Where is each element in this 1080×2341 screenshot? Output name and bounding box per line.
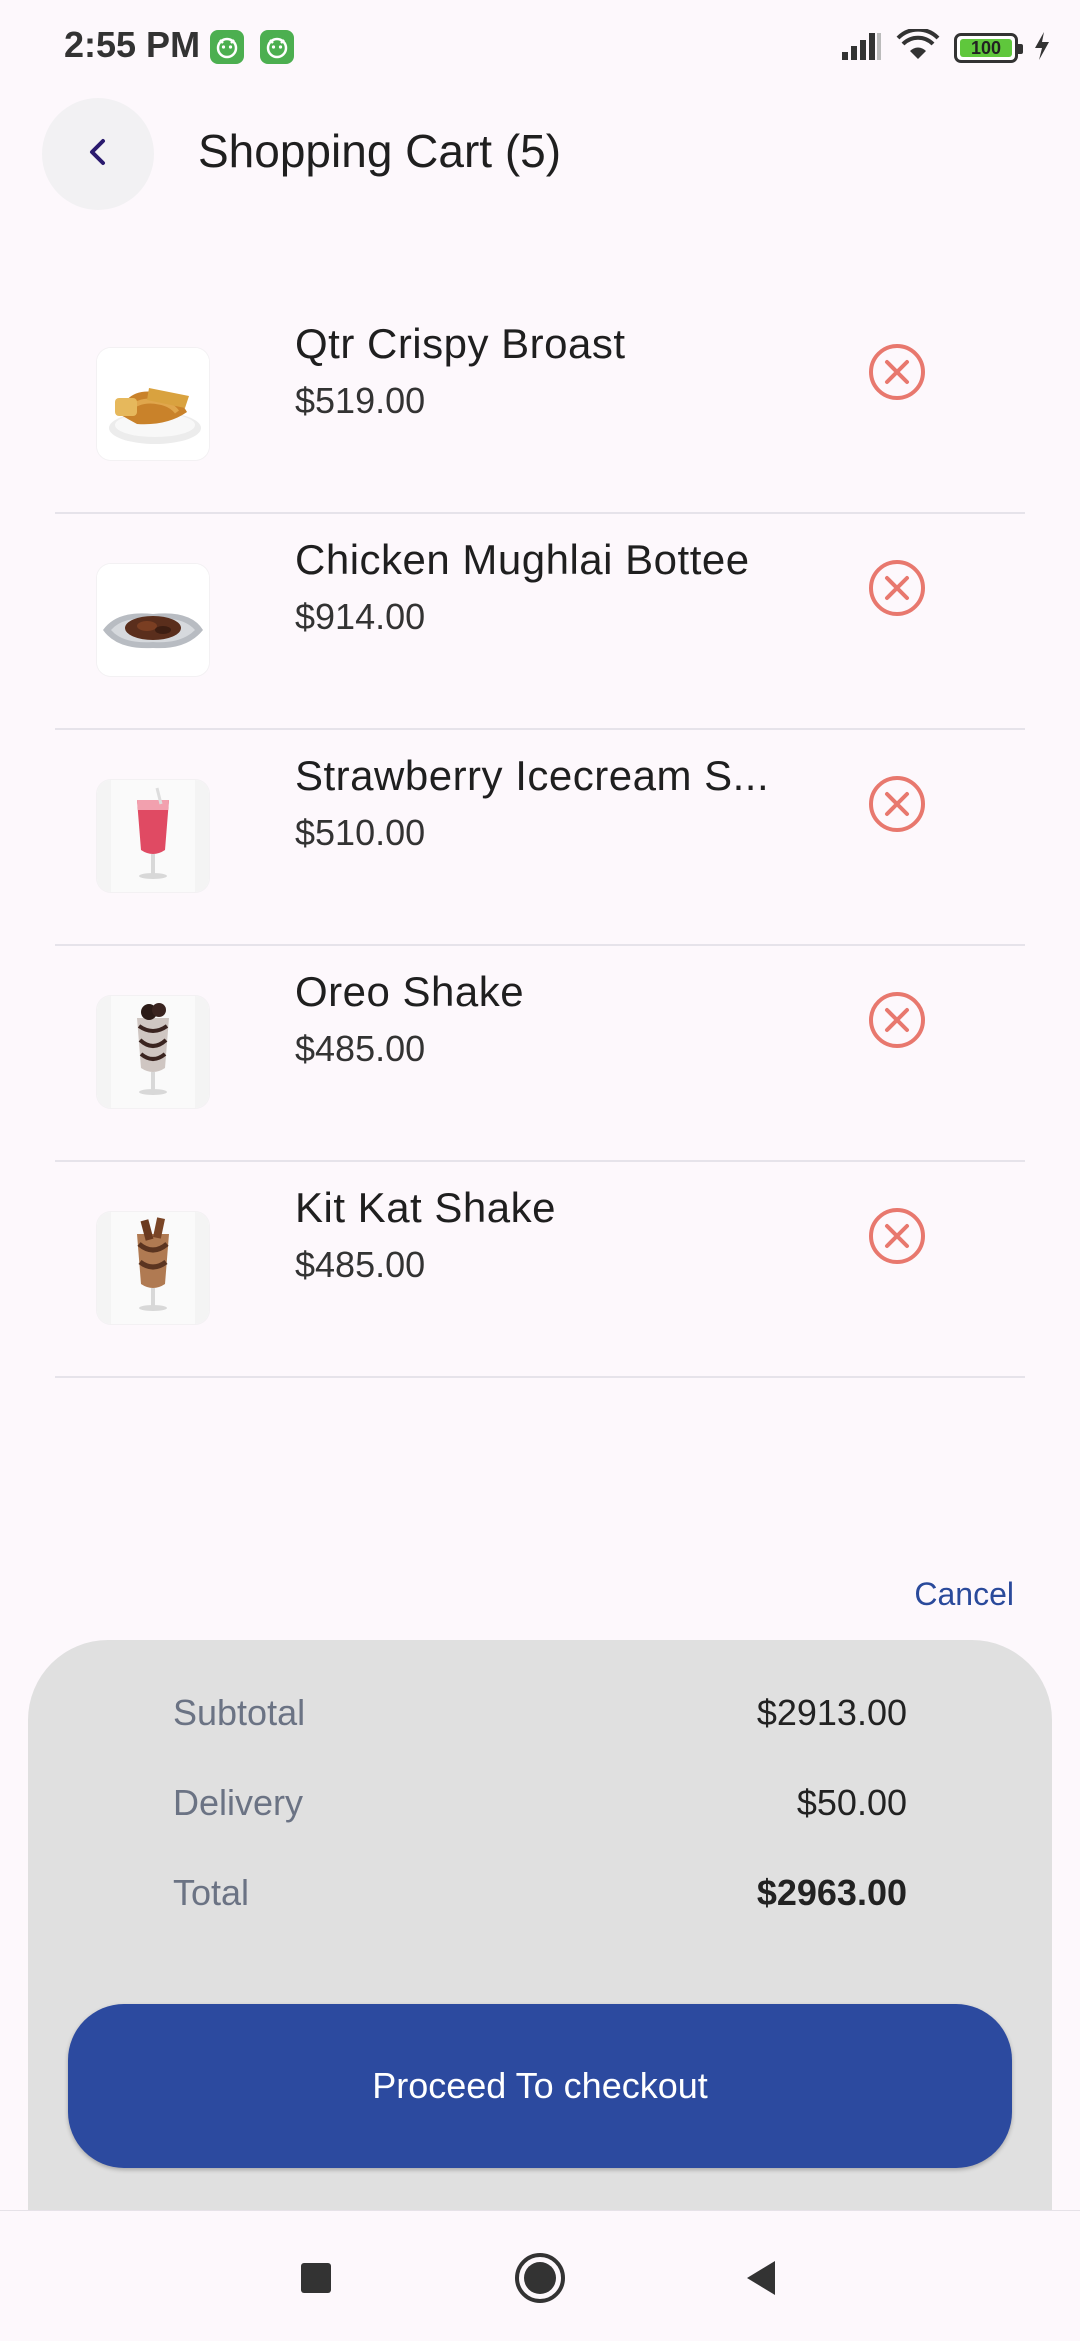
remove-item-button[interactable] [865, 988, 929, 1052]
cart-list: Qtr Crispy Broast $519.00 Chicken Mughla… [55, 298, 1025, 1378]
item-price: $914.00 [295, 596, 426, 637]
item-name: Chicken Mughlai Bottee [295, 536, 750, 583]
order-summary-panel: Subtotal $2913.00 Delivery $50.00 Total … [28, 1640, 1052, 2260]
delivery-label: Delivery [173, 1782, 304, 1823]
remove-circle-x-icon [865, 344, 929, 408]
cart-item: Qtr Crispy Broast $519.00 [55, 298, 1025, 514]
circle-home-icon[interactable] [513, 2251, 567, 2305]
status-bar: 2:55 PM 100 [0, 0, 1080, 96]
subtotal-value: $2913.00 [756, 1692, 907, 1733]
triangle-back-icon[interactable] [735, 2251, 789, 2305]
subtotal-row: Subtotal $2913.00 [173, 1692, 907, 1742]
item-price: $485.00 [295, 1244, 426, 1285]
remove-item-button[interactable] [865, 340, 929, 404]
status-time: 2:55 PM [64, 24, 201, 65]
cart-item: Oreo Shake $485.00 [55, 946, 1025, 1162]
square-recents-icon[interactable] [289, 2251, 343, 2305]
product-image [97, 996, 209, 1108]
item-name: Oreo Shake [295, 968, 525, 1015]
signal-icon [840, 30, 882, 67]
cart-item: Chicken Mughlai Bottee $914.00 [55, 514, 1025, 730]
chevron-left-icon [80, 134, 116, 175]
proceed-to-checkout-button[interactable]: Proceed To checkout [68, 2004, 1012, 2168]
delivery-row: Delivery $50.00 [173, 1782, 907, 1832]
item-price: $510.00 [295, 812, 426, 853]
product-image [97, 1212, 209, 1324]
total-value: $2963.00 [756, 1872, 907, 1913]
remove-item-button[interactable] [865, 556, 929, 620]
remove-circle-x-icon [865, 992, 929, 1056]
remove-item-button[interactable] [865, 772, 929, 836]
product-image [97, 564, 209, 676]
cart-item: Kit Kat Shake $485.00 [55, 1162, 1025, 1378]
subtotal-label: Subtotal [173, 1692, 306, 1733]
system-nav-bar [0, 2210, 1080, 2341]
item-name: Qtr Crispy Broast [295, 320, 626, 367]
charging-icon [1032, 30, 1052, 67]
wifi-icon [896, 27, 940, 68]
total-label: Total [173, 1872, 250, 1913]
remove-item-button[interactable] [865, 1204, 929, 1268]
item-name: Kit Kat Shake [295, 1184, 556, 1231]
item-price: $485.00 [295, 1028, 426, 1069]
remove-circle-x-icon [865, 1208, 929, 1272]
notification-app-icon [210, 30, 244, 64]
cancel-link[interactable]: Cancel [914, 1576, 1014, 1613]
remove-circle-x-icon [865, 776, 929, 840]
remove-circle-x-icon [865, 560, 929, 624]
notification-app-icon [260, 30, 294, 64]
total-row: Total $2963.00 [173, 1872, 907, 1922]
battery-icon: 100 [954, 33, 1023, 63]
battery-level: 100 [970, 38, 1002, 58]
item-name: Strawberry Icecream S... [295, 752, 770, 799]
cart-item: Strawberry Icecream S... $510.00 [55, 730, 1025, 946]
product-image [97, 780, 209, 892]
page-title: Shopping Cart (5) [198, 125, 562, 177]
back-button[interactable] [42, 98, 154, 210]
delivery-value: $50.00 [796, 1782, 907, 1823]
item-price: $519.00 [295, 380, 426, 421]
product-image [97, 348, 209, 460]
